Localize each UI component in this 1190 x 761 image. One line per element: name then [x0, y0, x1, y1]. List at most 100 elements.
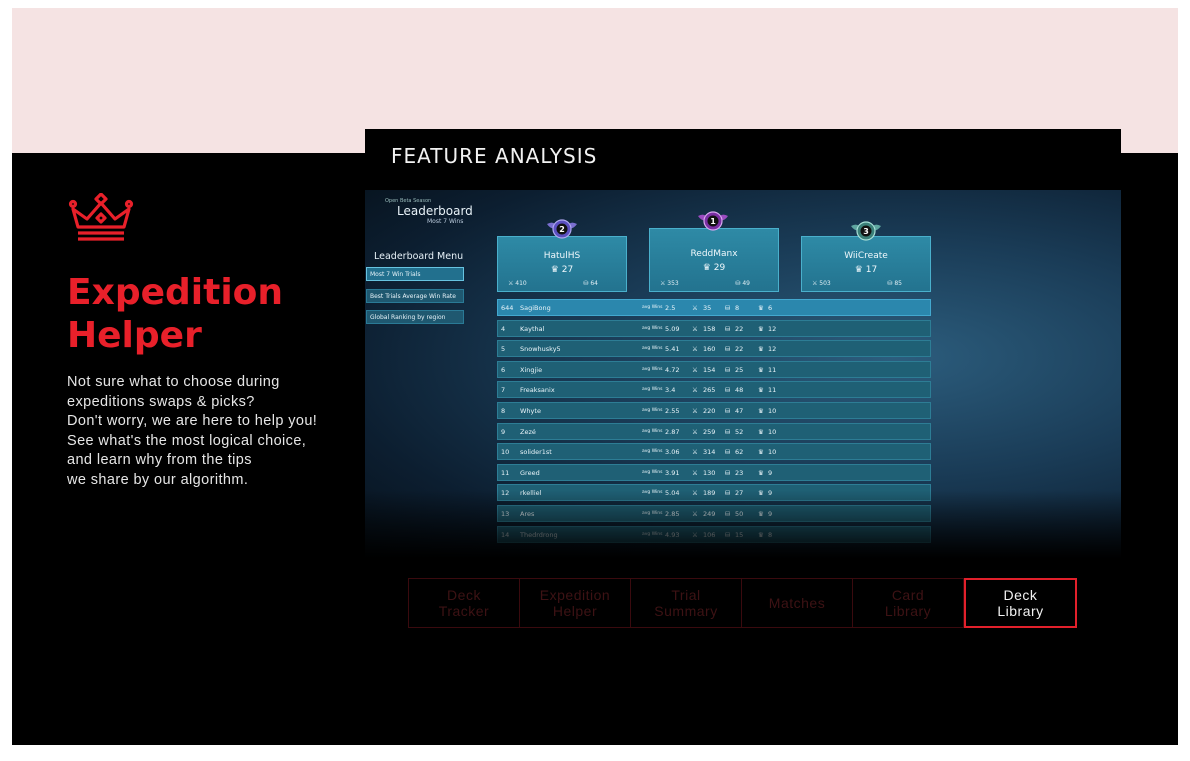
table-row[interactable]: 13 Ares avg Wins 2.85 ⚔ 249 ⛁ 50 ♛ 9 — [497, 505, 931, 522]
cards-cell: 47 — [735, 407, 744, 415]
avg-wins-label: avg Wins — [642, 305, 663, 310]
tab-trial-summary[interactable]: Trial Summary — [630, 578, 742, 628]
crown-small-icon: ♛ — [758, 489, 764, 498]
crown-small-icon: ♛ — [758, 530, 764, 539]
podium-card-rank-1[interactable]: ReddManx ♛ 29 ⚔ 353 ⛁ 49 — [649, 228, 779, 292]
avg-wins-label: avg Wins — [642, 346, 663, 352]
rank-badge-number: 1 — [710, 217, 716, 226]
tab-deck-library[interactable]: Deck Library — [964, 578, 1077, 628]
swords-icon: ⚔ — [692, 386, 698, 395]
tab-label: Matches — [768, 595, 826, 611]
cards-icon: ⛁ — [725, 407, 731, 415]
menu-item-most-7-win-trials[interactable]: Most 7 Win Trials — [366, 267, 464, 281]
table-row[interactable]: 10 solider1st avg Wins 3.06 ⚔ 314 ⛁ 62 ♛ 10 — [497, 443, 931, 461]
rank-cell: 6 — [501, 365, 506, 374]
table-row[interactable]: 6 Xingjie avg Wins 4.72 ⚔ 154 ⛁ 25 ♛ 11 — [497, 360, 931, 378]
wins-cell: 12 — [768, 345, 777, 354]
table-row[interactable]: 9 Zezé avg Wins 2.87 ⚔ 259 ⛁ 52 ♛ 10 — [497, 422, 931, 440]
podium-games: ⚔ 503 — [812, 280, 831, 287]
avg-wins-cell: 4.72 — [665, 365, 680, 374]
swords-icon: ⚔ — [692, 427, 698, 436]
tab-matches[interactable]: Matches — [741, 578, 853, 628]
wins-cell: 9 — [768, 510, 773, 518]
avg-wins-cell: 5.41 — [665, 345, 680, 354]
rank-cell: 8 — [501, 407, 506, 415]
leaderboard-title: Leaderboard — [397, 204, 473, 218]
table-row[interactable]: 8 Whyte avg Wins 2.55 ⚔ 220 ⛁ 47 ♛ 10 — [497, 402, 931, 419]
swords-icon: ⚔ — [692, 304, 698, 312]
rank-badge-icon: 2 — [547, 219, 577, 239]
table-row[interactable]: 12 rkelliel avg Wins 5.04 ⚔ 189 ⛁ 27 ♛ 9 — [497, 484, 931, 502]
podium-player-name: HatulHS — [543, 251, 581, 261]
cards-cell: 22 — [735, 345, 744, 354]
feature-analysis-panel: FEATURE ANALYSIS Open Beta Season Leader… — [365, 129, 1121, 629]
podium-games-value: 503 — [819, 280, 831, 287]
games-cell: 259 — [703, 427, 716, 436]
panel-heading: FEATURE ANALYSIS — [391, 144, 598, 168]
crown-small-icon: ♛ — [758, 345, 764, 354]
page-frame: Expedition Helper Not sure what to choos… — [12, 8, 1178, 745]
podium-wins: ♛ 27 — [550, 265, 574, 275]
table-row[interactable]: 7 Freaksanix avg Wins 3.4 ⚔ 265 ⛁ 48 ♛ 11 — [497, 381, 931, 399]
table-row[interactable]: 4 Kaythal avg Wins 5.09 ⚔ 158 ⛁ 22 ♛ 12 — [497, 319, 931, 337]
rank-cell: 4 — [501, 324, 506, 333]
cards-icon: ⛁ — [725, 468, 731, 477]
menu-item-best-average-win-rate[interactable]: Best Trials Average Win Rate — [366, 289, 464, 303]
crown-icon — [68, 193, 134, 241]
player-name-cell: Whyte — [520, 407, 541, 415]
cards-icon: ⛁ — [725, 324, 731, 333]
cards-icon: ⛁ — [725, 530, 731, 539]
podium-card-rank-2[interactable]: HatulHS ♛ 27 ⚔ 410 ⛁ 64 — [497, 236, 627, 292]
podium-games-value: 410 — [515, 280, 527, 287]
rank-badge-number: 3 — [863, 227, 869, 236]
cards-icon: ⛁ — [725, 386, 731, 395]
avg-wins-cell: 5.04 — [665, 489, 680, 498]
crown-small-icon: ♛ — [758, 365, 764, 374]
avg-wins-label: avg Wins — [642, 387, 663, 393]
podium-cards: ⛁ 64 — [583, 280, 598, 287]
wins-cell: 10 — [768, 427, 777, 436]
podium-wins-value: 29 — [713, 263, 726, 273]
avg-wins-label: avg Wins — [642, 469, 663, 475]
cards-cell: 25 — [735, 365, 744, 374]
table-row[interactable]: 11 Greed avg Wins 3.91 ⚔ 130 ⛁ 23 ♛ 9 — [497, 463, 931, 481]
menu-item-global-ranking[interactable]: Global Ranking by region — [366, 310, 464, 324]
crown-small-icon: ♛ — [758, 510, 764, 518]
player-name-cell: Ares — [520, 510, 535, 518]
player-name-cell: rkelliel — [520, 489, 542, 498]
tab-card-library[interactable]: Card Library — [852, 578, 964, 628]
avg-wins-cell: 5.09 — [665, 324, 680, 333]
leaderboard-menu-title: Leaderboard Menu — [374, 251, 464, 262]
games-cell: 158 — [703, 324, 716, 333]
podium-wins: ♛ 29 — [702, 263, 726, 273]
swords-icon: ⚔ — [692, 489, 698, 498]
player-name-cell: SagiBong — [520, 304, 551, 312]
table-row[interactable]: 644 SagiBong avg Wins 2.5 ⚔ 35 ⛁ 8 ♛ 6 — [497, 299, 931, 316]
cards-icon: ⛁ — [725, 365, 731, 374]
swords-icon: ⚔ — [692, 407, 698, 415]
swords-icon: ⚔ — [692, 345, 698, 354]
cards-cell: 15 — [735, 530, 744, 539]
tab-deck-tracker[interactable]: Deck Tracker — [408, 578, 520, 628]
crown-small-icon: ♛ — [758, 324, 764, 333]
player-name-cell: Zezé — [520, 427, 536, 436]
table-row[interactable]: 5 Snowhusky5 avg Wins 5.41 ⚔ 160 ⛁ 22 ♛ 12 — [497, 340, 931, 358]
cards-cell: 8 — [735, 304, 740, 312]
crown-small-icon: ♛ — [758, 386, 764, 395]
table-row[interactable]: 14 Thedrdrong avg Wins 4.93 ⚔ 106 ⛁ 15 ♛ 8 — [497, 525, 931, 543]
feature-title-line1: Expedition — [67, 272, 284, 313]
tab-expedition-helper[interactable]: Expedition Helper — [519, 578, 631, 628]
swords-icon: ⚔ — [692, 448, 698, 457]
podium-cards: ⛁ 85 — [887, 280, 902, 287]
wins-cell: 9 — [768, 489, 773, 498]
avg-wins-label: avg Wins — [642, 408, 663, 413]
cards-icon: ⛁ — [725, 489, 731, 498]
swords-icon: ⚔ — [692, 468, 698, 477]
cards-cell: 23 — [735, 468, 744, 477]
feature-description: Not sure what to choose during expeditio… — [67, 374, 318, 488]
podium-card-rank-3[interactable]: WiiCreate ♛ 17 ⚔ 503 ⛁ 85 — [801, 236, 931, 292]
leaderboard-subtitle: Most 7 Wins — [427, 218, 464, 225]
rank-cell: 9 — [501, 427, 506, 436]
crown-small-icon: ♛ — [758, 427, 764, 436]
cards-icon: ⛁ — [725, 510, 731, 518]
